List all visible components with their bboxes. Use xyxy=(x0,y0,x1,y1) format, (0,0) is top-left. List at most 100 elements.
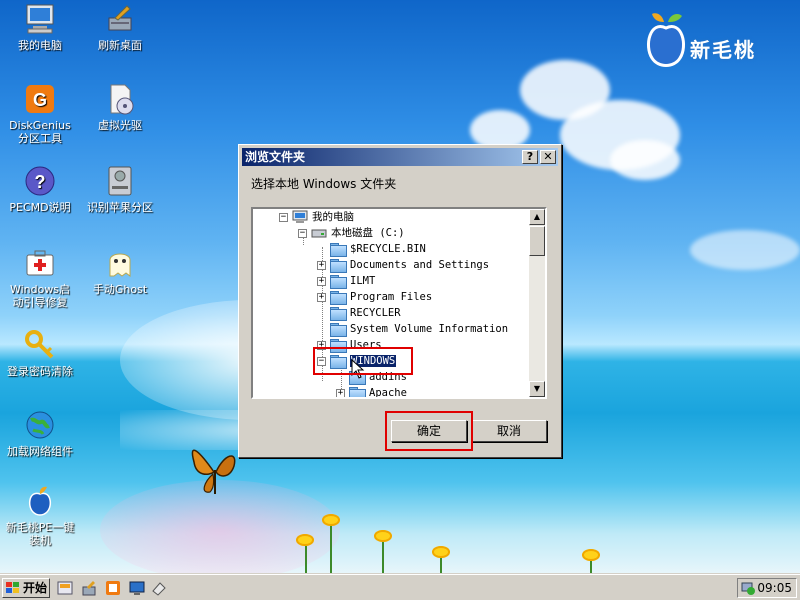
scroll-up-button[interactable]: ▲ xyxy=(529,209,545,225)
mouse-cursor-icon xyxy=(351,359,365,379)
scroll-thumb[interactable] xyxy=(529,226,545,256)
key-icon xyxy=(25,330,54,359)
start-label: 开始 xyxy=(23,581,48,595)
tree-item-label: $RECYCLE.BIN xyxy=(350,243,426,255)
collapse-icon[interactable]: − xyxy=(279,212,288,222)
taskbar: 开始 09:05 xyxy=(0,574,800,600)
desktop-icon-diskgenius[interactable]: G DiskGenius分区工具 xyxy=(0,82,80,145)
system-tray: 09:05 xyxy=(737,578,797,598)
desktop-icon-password-clear[interactable]: 登录密码清除 xyxy=(0,328,80,378)
tree-item-my-computer[interactable]: − 我的电脑 xyxy=(279,209,354,225)
dialog-titlebar[interactable]: 浏览文件夹 ? ✕ xyxy=(242,148,558,166)
expand-icon[interactable]: + xyxy=(336,388,345,397)
quicklaunch-folder-icon[interactable] xyxy=(104,579,122,597)
tree-item-system-volume-information[interactable]: System Volume Information xyxy=(330,321,508,337)
desktop-icon-label: 手动Ghost xyxy=(92,283,148,296)
network-tray-icon[interactable] xyxy=(740,580,756,596)
quicklaunch-eraser-icon[interactable] xyxy=(150,579,168,597)
flower xyxy=(322,514,340,526)
tree-item-label: Documents and Settings xyxy=(350,259,490,271)
tree-item-ilmt[interactable]: + ILMT xyxy=(317,273,375,289)
cloud xyxy=(610,140,680,180)
folder-icon xyxy=(330,243,347,257)
help-button[interactable]: ? xyxy=(522,150,538,164)
tree-item-label: RECYCLER xyxy=(350,307,401,319)
broom-icon xyxy=(108,5,132,31)
quicklaunch-screen-icon[interactable] xyxy=(128,579,146,597)
cd-drive-icon xyxy=(110,84,134,115)
tree-item-label: System Volume Information xyxy=(350,323,509,335)
desktop-icon-label: DiskGenius分区工具 xyxy=(9,119,71,145)
diskgenius-icon: G xyxy=(26,85,54,113)
tree-item-label: 本地磁盘 (C:) xyxy=(331,227,405,239)
ghost-icon xyxy=(109,253,131,277)
desktop-icon-label: Windows启动引导修复 xyxy=(9,283,71,309)
tree-item-program-files[interactable]: + Program Files xyxy=(317,289,432,305)
tree-item-local-disk-c[interactable]: − 本地磁盘 (C:) xyxy=(298,225,405,241)
folder-icon xyxy=(330,291,347,305)
network-globe-icon xyxy=(26,411,54,439)
start-button[interactable]: 开始 xyxy=(2,578,50,598)
tree-item-documents-and-settings[interactable]: + Documents and Settings xyxy=(317,257,489,273)
ok-button[interactable]: 确定 xyxy=(391,420,467,442)
expand-icon[interactable]: + xyxy=(317,260,326,270)
tree-item-recycler[interactable]: RECYCLER xyxy=(330,305,401,321)
desktop-icon-apple-partition[interactable]: 识别苹果分区 xyxy=(80,164,160,214)
hard-disk-icon xyxy=(108,166,132,196)
folder-icon xyxy=(330,355,347,369)
desktop-icon-label: 新毛桃PE一键装机 xyxy=(5,521,75,547)
flower xyxy=(296,534,314,546)
desktop-icon-label: 我的电脑 xyxy=(18,39,62,52)
brand-logo: 新毛桃 xyxy=(640,10,790,74)
expand-icon[interactable]: + xyxy=(317,340,326,350)
quicklaunch-tools-icon[interactable] xyxy=(56,579,74,597)
desktop-icon-label: 识别苹果分区 xyxy=(87,201,153,214)
desktop-icon-virtual-drive[interactable]: 虚拟光驱 xyxy=(80,82,160,132)
collapse-icon[interactable]: − xyxy=(317,356,326,366)
desktop-icon-label: 登录密码清除 xyxy=(7,365,73,378)
peach-logo-icon xyxy=(647,13,685,67)
svg-text:G: G xyxy=(33,90,47,110)
folder-icon xyxy=(330,307,347,321)
expand-icon[interactable]: + xyxy=(317,292,326,302)
brand-logo-text: 新毛桃 xyxy=(690,38,756,62)
desktop-icon-manual-ghost[interactable]: 手动Ghost xyxy=(80,246,160,296)
flower xyxy=(432,546,450,558)
tree-item-apache[interactable]: + Apache xyxy=(336,385,407,397)
tree-item-label: addins xyxy=(369,371,407,383)
folder-icon xyxy=(330,275,347,289)
tree-item-recycle-bin[interactable]: $RECYCLE.BIN xyxy=(330,241,426,257)
folder-icon xyxy=(330,323,347,337)
desktop-icon-refresh-desktop[interactable]: 刷新桌面 xyxy=(80,2,160,52)
desktop-icon-label: 虚拟光驱 xyxy=(98,119,142,132)
desktop-icon-pe-install[interactable]: 新毛桃PE一键装机 xyxy=(0,484,80,547)
desktop-icon-boot-repair[interactable]: Windows启动引导修复 xyxy=(0,246,80,309)
peach-logo-icon xyxy=(28,486,52,516)
drive-icon xyxy=(311,229,327,238)
close-button[interactable]: ✕ xyxy=(540,150,556,164)
tree-scrollbar[interactable]: ▲ ▼ xyxy=(529,209,545,397)
folder-icon xyxy=(349,387,366,397)
tree-item-users[interactable]: + Users xyxy=(317,337,382,353)
help-icon: ? xyxy=(25,166,55,196)
collapse-icon[interactable]: − xyxy=(298,228,307,238)
windows-logo-icon xyxy=(6,582,19,593)
tree-item-label: Users xyxy=(350,339,382,351)
cancel-button[interactable]: 取消 xyxy=(471,420,547,442)
svg-text:?: ? xyxy=(35,172,46,192)
dialog-title: 浏览文件夹 xyxy=(245,150,306,164)
desktop-icon-pecmd-help[interactable]: ? PECMD说明 xyxy=(0,164,80,214)
browse-folder-dialog: 浏览文件夹 ? ✕ 选择本地 Windows 文件夹 − 我的电脑 − 本地磁盘 (… xyxy=(238,144,562,458)
clock[interactable]: 09:05 xyxy=(757,581,792,595)
desktop-icon-network[interactable]: 加载网络组件 xyxy=(0,408,80,458)
quicklaunch-cleaner-icon[interactable] xyxy=(80,579,98,597)
folder-tree[interactable]: − 我的电脑 − 本地磁盘 (C:) $RECYCLE.BIN + Documents… xyxy=(251,207,547,399)
first-aid-kit-icon xyxy=(26,250,54,276)
desktop-icon-label: 刷新桌面 xyxy=(98,39,142,52)
folder-icon xyxy=(330,339,347,353)
expand-icon[interactable]: + xyxy=(317,276,326,286)
desktop-icon-my-computer[interactable]: 我的电脑 xyxy=(0,2,80,52)
scroll-down-button[interactable]: ▼ xyxy=(529,381,545,397)
tree-item-label: 我的电脑 xyxy=(312,211,354,223)
desktop-icon-label: PECMD说明 xyxy=(9,201,71,214)
